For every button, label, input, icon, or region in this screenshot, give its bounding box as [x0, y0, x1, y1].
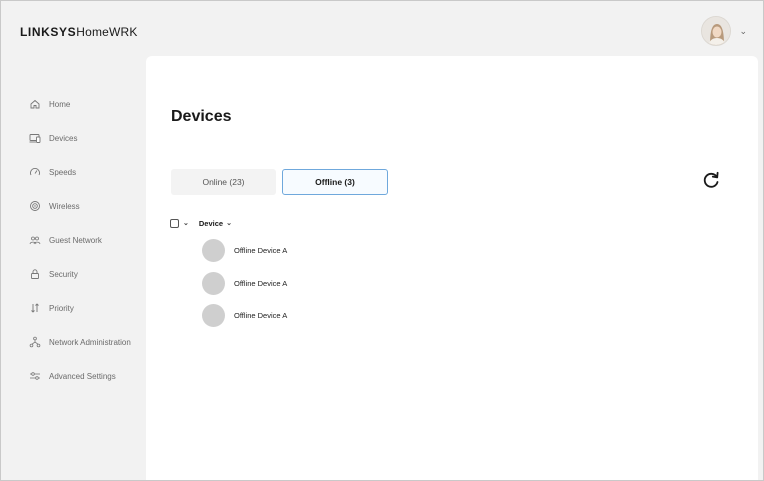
select-all-checkbox[interactable] — [170, 218, 179, 228]
sidebar-item-wireless[interactable]: Wireless — [29, 197, 80, 215]
list-item[interactable]: Offline Device A — [202, 238, 287, 262]
main-panel: Devices Online (23) Offline (3) ⌄ Device… — [146, 56, 758, 480]
sidebar-item-speeds[interactable]: Speeds — [29, 163, 76, 181]
network-icon — [29, 336, 41, 348]
lock-icon — [31, 269, 39, 279]
list-item[interactable]: Offline Device A — [202, 271, 287, 295]
guest-icon — [29, 236, 41, 245]
device-avatar — [202, 238, 225, 262]
chevron-down-icon[interactable]: ⌄ — [739, 26, 747, 37]
sidebar-item-label: Advanced Settings — [49, 371, 116, 381]
avatar[interactable] — [701, 16, 732, 46]
devices-icon — [29, 134, 41, 143]
sidebar-item-label: Network Administration — [49, 337, 131, 347]
device-column-header[interactable]: Device ⌄ — [199, 219, 232, 228]
user-avatar-icon — [702, 17, 731, 45]
sidebar-item-label: Guest Network — [49, 235, 102, 245]
linksys-logo[interactable]: LINKSYSHomeWRK — [20, 25, 138, 39]
list-item[interactable]: Offline Device A — [202, 303, 287, 327]
chevron-down-icon[interactable]: ⌄ — [183, 219, 189, 227]
speedometer-icon — [30, 168, 40, 176]
chevron-down-icon: ⌄ — [226, 220, 232, 227]
account-menu[interactable]: ⌄ — [701, 16, 747, 46]
refresh-button[interactable] — [700, 169, 722, 191]
sidebar-item-priority[interactable]: Priority — [29, 299, 74, 317]
home-icon — [30, 99, 40, 109]
sidebar-item-devices[interactable]: Devices — [29, 129, 77, 147]
sidebar-item-label: Security — [49, 269, 78, 279]
sidebar-item-advanced-settings[interactable]: Advanced Settings — [29, 367, 116, 385]
tab-online[interactable]: Online (23) — [171, 169, 276, 195]
logo-brand: LINKSYS — [20, 25, 77, 39]
top-bar: LINKSYSHomeWRK ⌄ — [1, 1, 763, 63]
sidebar-item-guest-network[interactable]: Guest Network — [29, 231, 102, 249]
device-name: Offline Device A — [234, 310, 288, 320]
sidebar-item-home[interactable]: Home — [29, 95, 70, 113]
sidebar-item-security[interactable]: Security — [29, 265, 78, 283]
tab-offline[interactable]: Offline (3) — [282, 169, 388, 195]
list-header: ⌄ Device ⌄ — [170, 216, 232, 230]
device-name: Offline Device A — [234, 278, 288, 288]
device-name: Offline Device A — [234, 245, 288, 255]
priority-arrows-icon — [31, 303, 39, 313]
column-header-label: Device — [198, 218, 224, 228]
sidebar-item-label: Wireless — [49, 201, 80, 211]
sidebar-item-label: Priority — [49, 303, 74, 313]
logo-product: HomeWRK — [76, 25, 138, 39]
device-avatar — [202, 303, 225, 327]
sidebar-item-label: Speeds — [49, 167, 77, 177]
sidebar: Home Devices Speeds Wireless Guest Netwo… — [1, 63, 146, 480]
sidebar-item-label: Home — [49, 99, 71, 109]
device-avatar — [202, 271, 225, 295]
sidebar-item-network-administration[interactable]: Network Administration — [29, 333, 131, 351]
app-window: LINKSYSHomeWRK ⌄ Home Devices Speeds Wir… — [0, 0, 764, 481]
page-title: Devices — [171, 108, 232, 125]
wifi-icon — [30, 201, 40, 211]
sliders-icon — [30, 372, 40, 380]
sidebar-item-label: Devices — [49, 133, 78, 143]
refresh-icon — [703, 171, 719, 188]
